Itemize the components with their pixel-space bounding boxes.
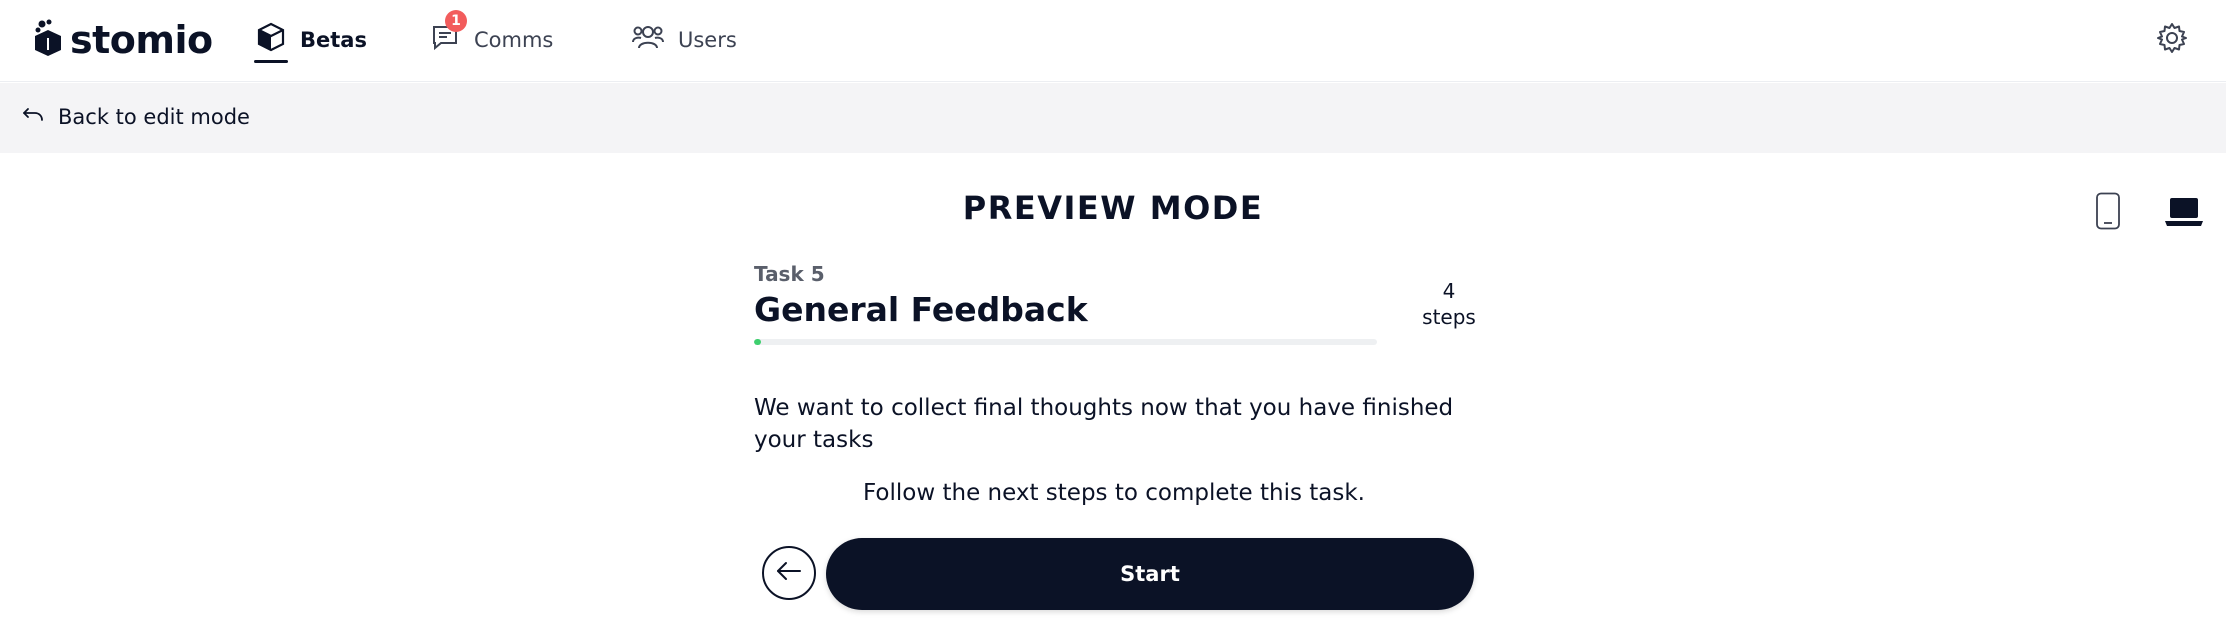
task-progress-fill xyxy=(754,339,762,345)
mobile-preview-toggle[interactable] xyxy=(2095,192,2121,234)
settings-button[interactable] xyxy=(2156,22,2188,58)
undo-icon xyxy=(22,105,44,129)
notification-badge: 1 xyxy=(445,10,467,32)
steps-count: 4 steps xyxy=(1418,278,1480,330)
cube-icon xyxy=(256,22,286,57)
desktop-preview-toggle[interactable] xyxy=(2164,196,2204,232)
nav-item-users[interactable]: Users xyxy=(632,22,737,57)
steps-label: steps xyxy=(1422,305,1476,329)
preview-mode-title: PREVIEW MODE xyxy=(962,189,1264,227)
task-instruction: Follow the next steps to complete this t… xyxy=(863,480,1365,506)
back-button[interactable] xyxy=(762,546,816,600)
gear-icon xyxy=(2156,23,2188,58)
back-to-edit-mode-label: Back to edit mode xyxy=(58,105,250,129)
logo[interactable]: stomio xyxy=(32,18,213,62)
start-button[interactable]: Start xyxy=(826,538,1474,610)
nav-item-label: Users xyxy=(678,27,737,52)
steps-number: 4 xyxy=(1442,279,1456,303)
back-to-edit-mode-button[interactable]: Back to edit mode xyxy=(22,105,250,129)
top-navigation-bar: stomio Betas Comms 1 Users xyxy=(0,0,2226,82)
task-number-label: Task 5 xyxy=(754,262,825,286)
stomio-logo-icon xyxy=(32,18,64,62)
phone-icon xyxy=(2095,192,2121,234)
users-icon xyxy=(632,22,664,57)
nav-item-label: Betas xyxy=(300,27,367,52)
nav-item-betas[interactable]: Betas xyxy=(256,22,367,57)
task-title: General Feedback xyxy=(754,290,1088,329)
logo-text: stomio xyxy=(70,18,213,62)
nav-item-label: Comms xyxy=(474,27,554,52)
edit-mode-bar: Back to edit mode xyxy=(0,83,2226,153)
task-progress-bar xyxy=(754,339,1377,345)
active-tab-indicator xyxy=(254,60,288,63)
laptop-icon xyxy=(2164,198,2204,232)
arrow-left-icon xyxy=(775,560,803,586)
task-description: We want to collect final thoughts now th… xyxy=(754,395,1454,453)
